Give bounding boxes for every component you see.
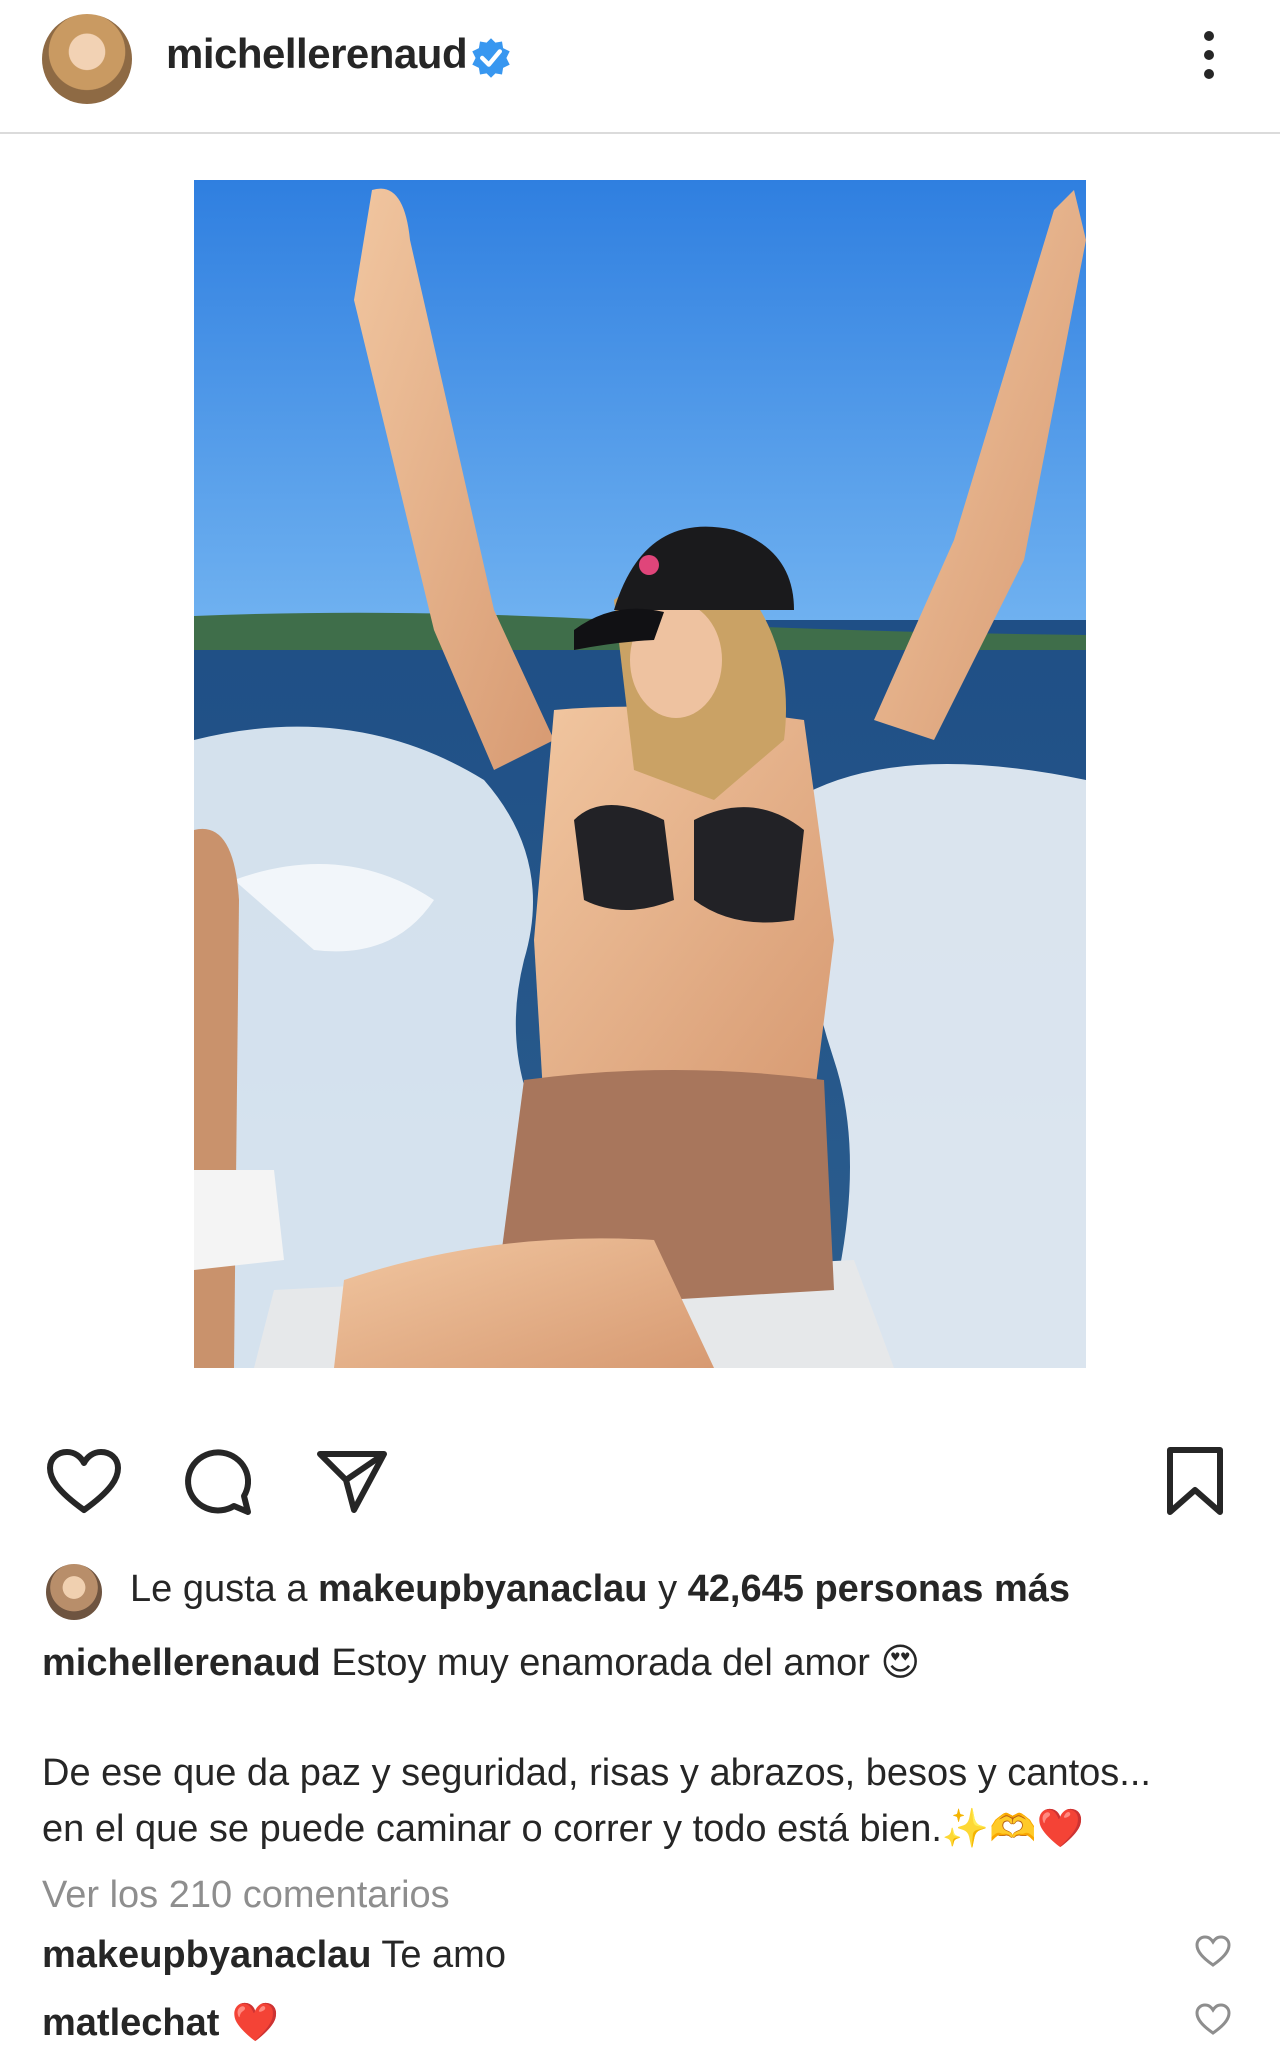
caption-line-1: michellerenaud Estoy muy enamorada del a… [42,1640,920,1685]
likes-text[interactable]: Le gusta a makeupbyanaclau y 42,645 pers… [130,1568,1070,1611]
caption-emoji-1: 😍 [880,1640,921,1684]
likes-middle: y [647,1568,688,1610]
comment-username[interactable]: matlechat [42,2002,219,2044]
liker-avatar[interactable] [46,1564,102,1620]
author-username[interactable]: michellerenaud [166,30,468,78]
comment-icon[interactable] [178,1448,254,1516]
comment-text: ❤️ [219,2000,279,2044]
heart-icon[interactable] [46,1448,122,1516]
verified-badge-icon [472,38,510,78]
caption-text-3: en el que se puede caminar o correr y to… [42,1808,942,1850]
header-divider [0,132,1280,134]
post-image[interactable] [194,180,1086,1368]
likes-summary: Le gusta a makeupbyanaclau y 42,645 pers… [46,1560,1246,1620]
comment-row: makeupbyanaclau Te amo [42,1934,506,1977]
likes-count[interactable]: 42,645 personas más [688,1568,1070,1610]
caption-line-3: en el que se puede caminar o correr y to… [42,1806,1084,1851]
likes-prefix: Le gusta a [130,1568,319,1610]
comment-like-icon[interactable] [1194,1934,1232,1968]
post-header: michellerenaud [0,0,1280,134]
comment-text: Te amo [371,1934,506,1976]
comment-username[interactable]: makeupbyanaclau [42,1934,371,1976]
caption-username[interactable]: michellerenaud [42,1642,321,1684]
bookmark-icon[interactable] [1162,1446,1228,1518]
comment-like-icon[interactable] [1194,2002,1232,2036]
paper-plane-icon[interactable] [314,1448,390,1516]
more-options-icon[interactable] [1189,28,1229,82]
comment-row: matlechat ❤️ [42,2000,279,2045]
caption-emoji-3: ✨🫶❤️ [941,1806,1084,1850]
view-comments-link[interactable]: Ver los 210 comentarios [42,1874,450,1917]
caption-line-2: De ese que da paz y seguridad, risas y a… [42,1752,1151,1794]
liker-username[interactable]: makeupbyanaclau [318,1568,647,1610]
caption-text-1: Estoy muy enamorada del amor [320,1642,881,1684]
author-avatar[interactable] [42,14,132,104]
